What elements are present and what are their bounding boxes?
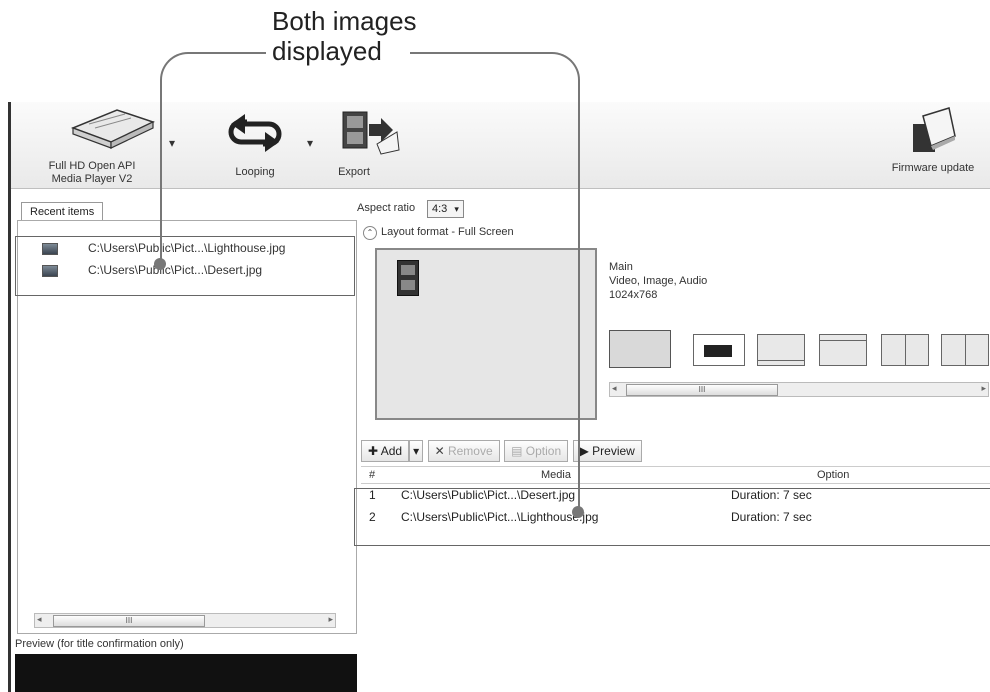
callout-connector-right <box>410 52 580 514</box>
firmware-update-button[interactable]: Firmware update <box>875 106 990 184</box>
tab-recent-items[interactable]: Recent items <box>21 202 104 221</box>
play-icon: ▶ <box>579 444 593 458</box>
add-icon: ✚ <box>368 444 381 458</box>
layout-tile-split[interactable] <box>881 334 929 366</box>
scroll-thumb[interactable]: III <box>626 384 778 396</box>
scroll-right-arrow-icon[interactable]: ▸ <box>328 614 333 625</box>
callout-label: Both images displayed <box>272 6 417 66</box>
scroll-right-arrow-icon[interactable]: ▸ <box>981 383 986 394</box>
scroll-left-arrow-icon[interactable]: ◂ <box>37 614 42 625</box>
region-size: 1024x768 <box>609 289 658 301</box>
collapse-icon[interactable]: ⌃ <box>363 226 377 240</box>
scroll-grip: III <box>125 616 133 625</box>
looping-dropdown-arrow-icon[interactable]: ▾ <box>307 136 313 150</box>
firmware-label: Firmware update <box>891 162 975 174</box>
layout-tile-split-2[interactable] <box>941 334 989 366</box>
layout-tile-full[interactable] <box>609 330 671 368</box>
add-button[interactable]: ✚ Add <box>361 440 410 462</box>
header-option: Option <box>817 469 850 481</box>
media-player-icon <box>70 109 156 149</box>
player-label-line-2: Media Player V2 <box>51 173 133 185</box>
player-label-line-1: Full HD Open API <box>48 160 136 172</box>
media-player-button[interactable]: Full HD Open API Media Player V2 <box>47 106 177 185</box>
preview-button[interactable]: ▶ Preview <box>572 440 642 462</box>
layout-tile-ticker[interactable] <box>693 334 745 366</box>
firmware-icon <box>913 107 956 152</box>
callout-dot-left <box>154 258 166 270</box>
callout-line-2: displayed <box>272 36 382 66</box>
export-label: Export <box>338 166 370 178</box>
export-icon <box>342 111 400 155</box>
scroll-thumb[interactable]: III <box>53 615 205 627</box>
scroll-left-arrow-icon[interactable]: ◂ <box>612 383 617 394</box>
preview-label: Preview (for title confirmation only) <box>15 638 184 650</box>
scroll-grip: III <box>698 385 706 394</box>
region-name: Main <box>609 261 633 273</box>
callout-dot-right <box>572 506 584 518</box>
callout-connector-left <box>160 52 266 266</box>
export-button[interactable]: Export <box>329 106 409 184</box>
aspect-ratio-label: Aspect ratio <box>357 202 416 214</box>
recent-list-scrollbar[interactable]: ◂ III ▸ <box>34 613 336 628</box>
layout-tiles-scrollbar[interactable]: ◂ III ▸ <box>609 382 989 397</box>
header-num: # <box>369 469 376 481</box>
preview-area <box>15 654 357 692</box>
callout-line-1: Both images <box>272 6 417 36</box>
region-types: Video, Image, Audio <box>609 275 708 287</box>
layout-tile-top-bar[interactable] <box>819 334 867 366</box>
layout-tile-bottom-bar[interactable] <box>757 334 805 366</box>
